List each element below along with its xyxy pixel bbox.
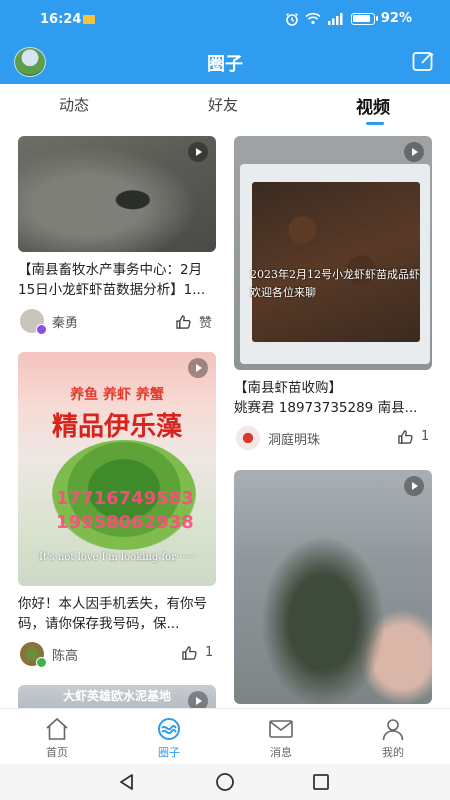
signal-icon [327, 13, 343, 25]
video-feed[interactable]: 【南县畜牧水产事务中心：2月15日小龙虾虾苗数据分析】1... 秦勇 赞 养鱼 … [0, 128, 450, 708]
nav-circle[interactable]: 圈子 [139, 717, 199, 760]
video-card[interactable]: 【南县畜牧水产事务中心：2月15日小龙虾虾苗数据分析】1... 秦勇 赞 [18, 136, 216, 336]
wifi-icon [305, 12, 321, 25]
nav-label: 消息 [270, 746, 292, 759]
author-name: 陈高 [52, 648, 79, 664]
video-card[interactable] [234, 470, 432, 704]
thumbnail-phone: 19958062938 [56, 512, 194, 533]
compose-icon[interactable] [412, 50, 436, 72]
card-author[interactable]: 秦勇 [20, 309, 79, 335]
play-icon [404, 142, 424, 162]
video-card[interactable]: 养鱼 养虾 养蟹 精品伊乐藻 17716749583 19958062938 I… [18, 352, 216, 670]
like-button[interactable]: 赞 [176, 312, 212, 331]
bottom-nav: 首页 圈子 消息 我的 [0, 708, 450, 764]
tab-videos[interactable]: 视频 [356, 93, 390, 118]
like-count: 赞 [199, 316, 213, 331]
author-name: 秦勇 [52, 315, 79, 331]
nav-profile[interactable]: 我的 [363, 717, 423, 760]
tab-friends[interactable]: 好友 [208, 94, 238, 115]
card-caption: 你好！本人因手机丢失，有你号码，请你保存我号码，保... [18, 596, 207, 632]
sim-card-icon [83, 15, 95, 24]
tab-bar: 动态 好友 视频 [0, 84, 450, 128]
thumbs-up-icon [176, 314, 191, 329]
home-icon [46, 717, 68, 740]
app-header: 圈子 [0, 40, 450, 84]
card-caption: 【南县畜牧水产事务中心：2月15日小龙虾虾苗数据分析】1... [18, 262, 206, 298]
recents-icon[interactable] [312, 773, 330, 791]
nav-label: 圈子 [158, 746, 180, 759]
crawfish-pile [252, 182, 420, 342]
back-icon[interactable] [118, 773, 136, 791]
thumbnail-banner: 养鱼 养虾 养蟹 [70, 387, 164, 403]
page-title: 圈子 [207, 54, 243, 75]
avatar [20, 309, 47, 335]
thumbnail-title: 精品伊乐藻 [51, 412, 182, 442]
like-button[interactable]: 1 [398, 429, 429, 444]
verified-badge-icon [36, 324, 47, 335]
status-icons: 92% [285, 11, 412, 26]
thumbnail-phone: 17716749583 [56, 488, 194, 509]
nav-label: 我的 [382, 746, 404, 759]
play-icon [188, 691, 208, 708]
author-name: 洞庭明珠 [268, 432, 321, 448]
nav-messages[interactable]: 消息 [251, 717, 311, 760]
video-card[interactable]: 大虾英雄欧水泥基地 [18, 685, 216, 708]
system-nav-bar [0, 764, 450, 800]
video-thumbnail[interactable]: 大虾英雄欧水泥基地 [18, 685, 216, 708]
card-author[interactable]: 陈高 [20, 642, 79, 668]
thumbs-up-icon [398, 429, 413, 444]
alarm-icon [285, 12, 298, 26]
video-thumbnail[interactable] [18, 136, 216, 252]
active-tab-indicator [366, 122, 384, 125]
thumbnail-text: 2023年2月12号小龙虾虾苗成品虾欢迎各位来聊 [250, 268, 420, 299]
circle-icon [158, 718, 180, 740]
nav-label: 首页 [46, 746, 68, 759]
battery-percent: 92% [380, 11, 412, 26]
card-caption: 【南县虾苗收购】 姚赛君 18973735289 南县... [234, 380, 418, 416]
like-count: 1 [205, 645, 214, 660]
avatar [20, 642, 47, 668]
crate-image [240, 164, 430, 364]
tab-moments[interactable]: 动态 [59, 94, 89, 115]
nav-home[interactable]: 首页 [27, 717, 87, 760]
like-count: 1 [421, 429, 430, 444]
like-button[interactable]: 1 [182, 645, 213, 660]
video-card[interactable]: 2023年2月12号小龙虾虾苗成品虾欢迎各位来聊 【南县虾苗收购】 姚赛君 18… [234, 136, 432, 450]
verified-badge-icon [36, 657, 47, 668]
play-icon [188, 358, 208, 378]
user-icon [382, 719, 404, 741]
play-icon [404, 476, 424, 496]
home-button-icon[interactable] [215, 772, 235, 792]
thumbnail-subtitle: It's not love I'm looking for······ [38, 552, 196, 563]
video-thumbnail[interactable]: 2023年2月12号小龙虾虾苗成品虾欢迎各位来聊 [234, 136, 432, 370]
video-thumbnail[interactable]: 养鱼 养虾 养蟹 精品伊乐藻 17716749583 19958062938 I… [18, 352, 216, 586]
card-author[interactable]: 洞庭明珠 [236, 426, 320, 450]
mail-icon [269, 720, 293, 738]
thumbs-up-icon [182, 645, 197, 660]
status-time: 16:24 [40, 12, 82, 27]
thumbnail-banner: 大虾英雄欧水泥基地 [62, 689, 171, 703]
play-icon [188, 142, 208, 162]
battery-icon [350, 12, 378, 25]
status-bar: 16:24 92% [0, 0, 450, 40]
video-thumbnail[interactable] [234, 470, 432, 704]
avatar [236, 426, 260, 450]
